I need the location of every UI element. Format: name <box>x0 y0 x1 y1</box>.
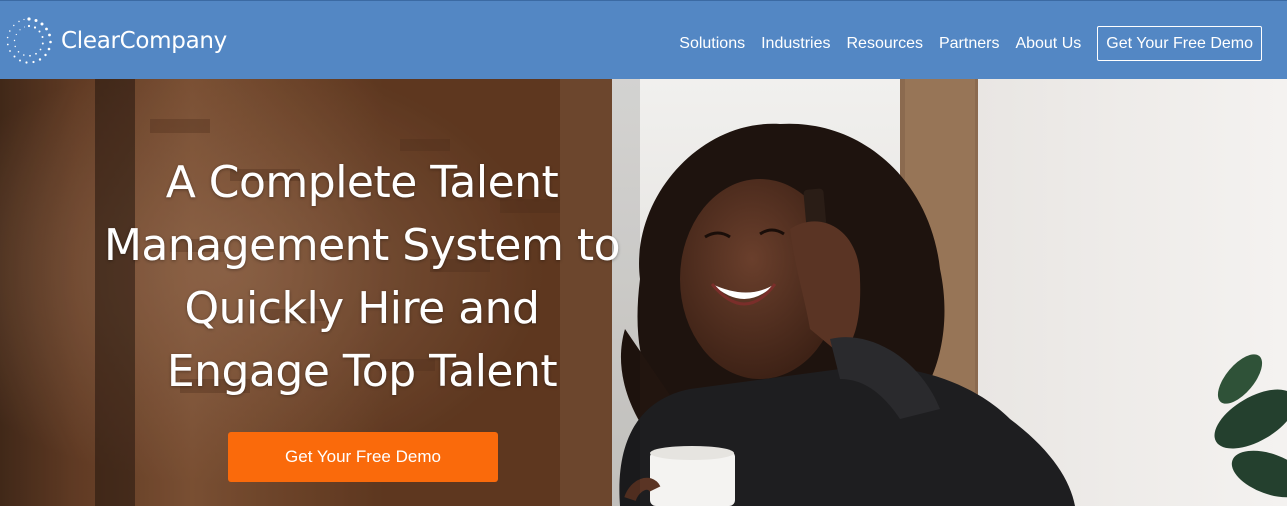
nav-item-about-us[interactable]: About Us <box>1015 27 1081 61</box>
hero-section: A Complete Talent Management System to Q… <box>0 79 1287 506</box>
nav-item-partners[interactable]: Partners <box>939 27 999 61</box>
nav-item-solutions[interactable]: Solutions <box>679 27 745 61</box>
hero-headline: A Complete Talent Management System to Q… <box>103 157 621 397</box>
main-nav: Solutions Industries Resources Partners … <box>663 26 1262 61</box>
logo[interactable]: ClearCompany <box>4 15 227 67</box>
header-demo-button[interactable]: Get Your Free Demo <box>1097 26 1262 61</box>
clearcompany-logo-icon <box>6 17 52 64</box>
nav-item-industries[interactable]: Industries <box>761 27 830 61</box>
hero-demo-button[interactable]: Get Your Free Demo <box>228 432 498 482</box>
site-header: ClearCompany Solutions Industries Resour… <box>0 0 1287 79</box>
nav-item-resources[interactable]: Resources <box>846 27 922 61</box>
brand-name: ClearCompany <box>61 28 227 54</box>
